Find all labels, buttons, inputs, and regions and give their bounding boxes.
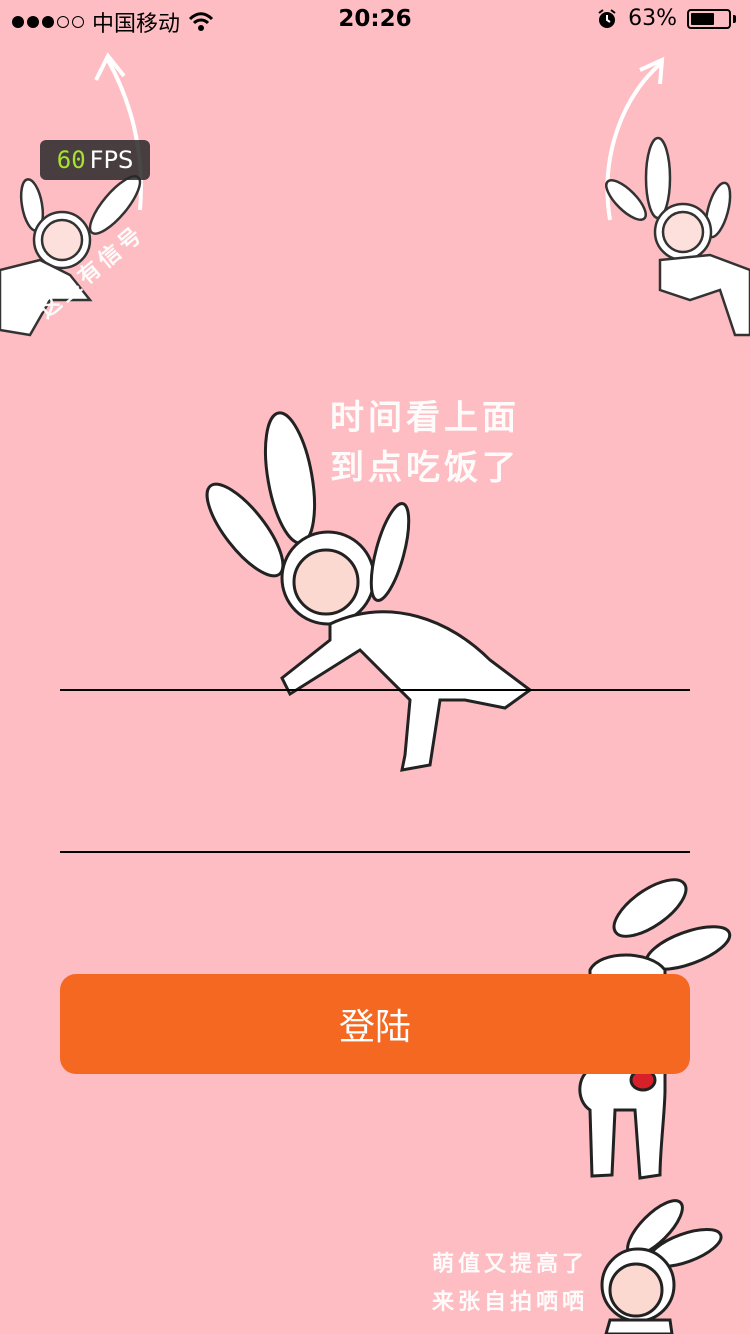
bg-text-bottom-line1: 萌值又提高了 xyxy=(432,1252,589,1277)
battery-icon xyxy=(687,8,731,29)
fps-value: 60 xyxy=(56,146,86,174)
alarm-icon xyxy=(598,8,616,28)
battery-percent: 63% xyxy=(628,6,677,31)
login-button-label: 登陆 xyxy=(338,1007,411,1048)
background-illustration xyxy=(0,52,750,1334)
bg-text-bottom-line2: 来张自拍哂哂 xyxy=(432,1290,589,1315)
password-field[interactable] xyxy=(60,851,690,853)
bunny-illustration xyxy=(600,1199,723,1334)
status-right: 63% xyxy=(596,6,736,31)
username-field[interactable] xyxy=(60,689,690,691)
bg-text-center-line1: 时间看上面 xyxy=(330,398,520,438)
bunny-illustration xyxy=(605,136,750,337)
status-bar: 中国移动 20:26 63% xyxy=(0,0,750,40)
bg-text-center-line2: 到点吃饭了 xyxy=(330,448,520,488)
fps-counter: 60 FPS xyxy=(40,140,150,180)
fps-label: FPS xyxy=(89,146,134,174)
login-button[interactable]: 登陆 xyxy=(60,974,690,1074)
